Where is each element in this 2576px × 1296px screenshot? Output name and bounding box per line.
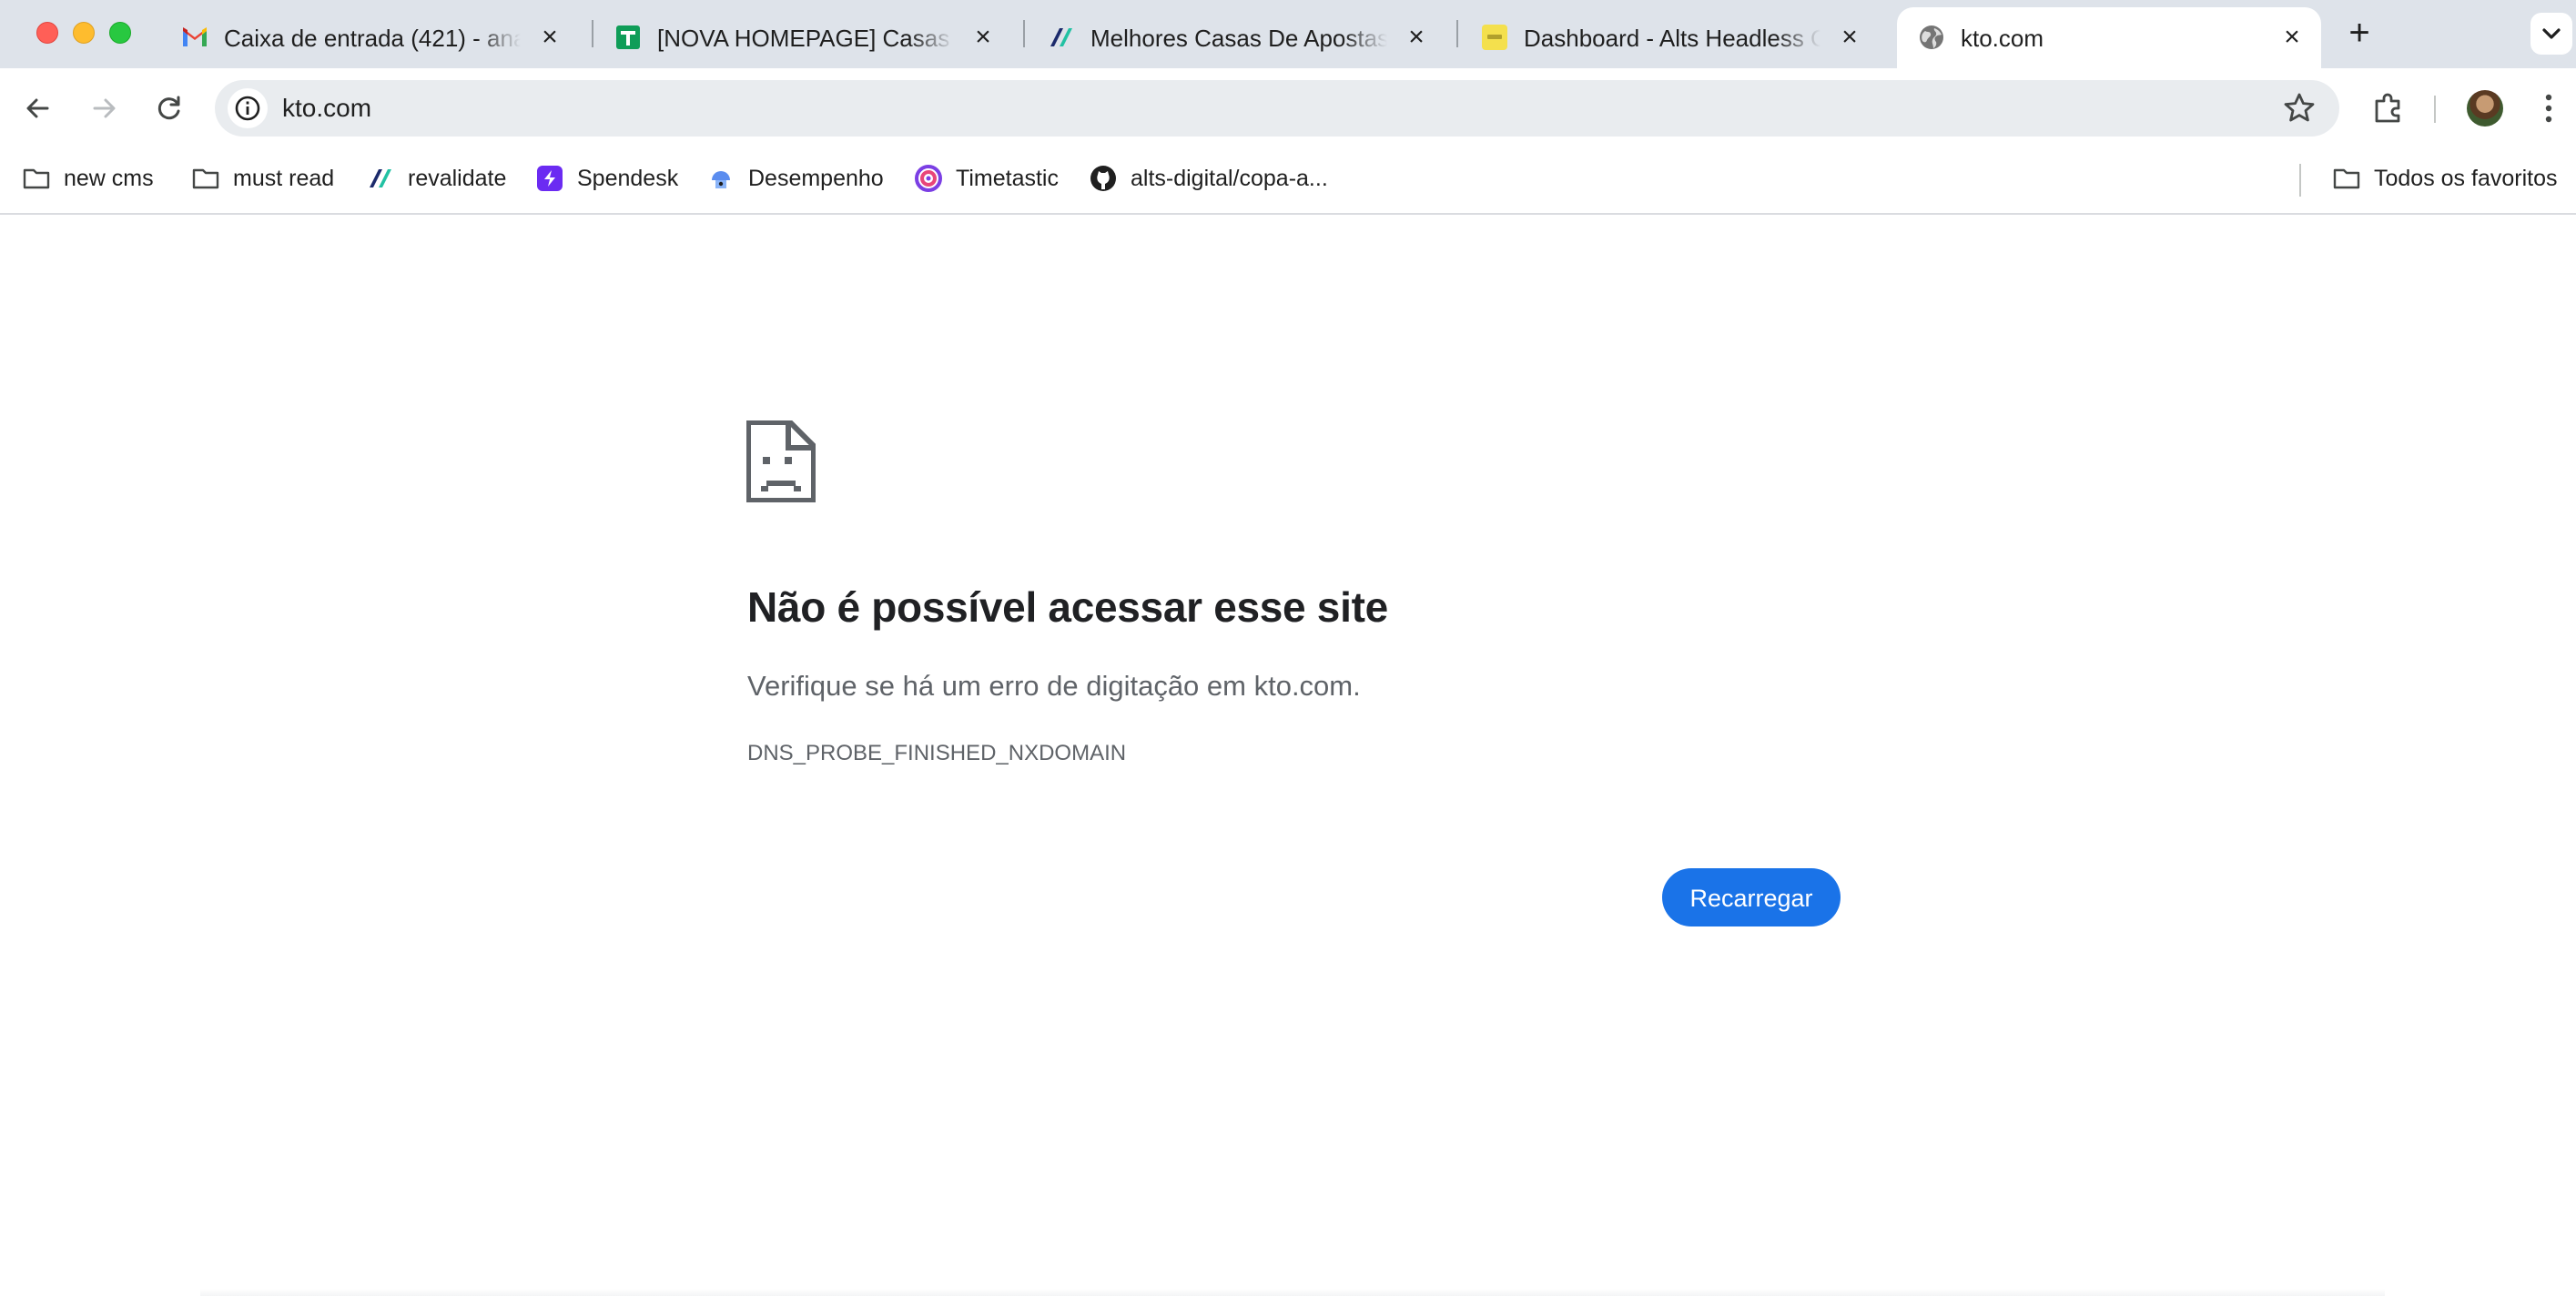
- extensions-puzzle-icon[interactable]: [2368, 88, 2409, 128]
- tab-title: Caixa de entrada (421) - ana.l: [224, 25, 521, 52]
- tab-dashboard[interactable]: Dashboard - Alts Headless CMS ×: [1460, 7, 1875, 68]
- tab-close-icon[interactable]: ×: [1835, 23, 1864, 52]
- info-icon: [235, 96, 260, 121]
- bookmark-label: new cms: [64, 166, 154, 191]
- window-maximize-button[interactable]: [109, 22, 131, 44]
- error-heading: Não é possível acessar esse site: [747, 583, 1388, 631]
- bookmark-star-icon[interactable]: [2281, 90, 2317, 127]
- new-tab-plus-icon[interactable]: +: [2341, 15, 2378, 51]
- alts-digital-icon: [1482, 25, 1507, 50]
- tab-search-button[interactable]: [2530, 13, 2572, 55]
- reload-icon[interactable]: [149, 88, 189, 128]
- google-sheets-icon: [616, 25, 640, 49]
- folder-icon: [23, 168, 50, 189]
- desempenho-icon: [712, 171, 730, 188]
- browser-toolbar: kto.com: [0, 68, 2576, 147]
- bookmark-label: Desempenho: [748, 166, 884, 191]
- address-bar[interactable]: kto.com: [215, 80, 2339, 137]
- bookmark-label: alts-digital/copa-a...: [1131, 166, 1328, 191]
- tab-close-icon[interactable]: ×: [1402, 23, 1431, 52]
- folder-icon: [192, 168, 219, 189]
- timetastic-icon: [915, 165, 942, 192]
- forward-arrow-icon[interactable]: [84, 88, 124, 128]
- more-menu-icon[interactable]: [2530, 88, 2567, 128]
- bookmarks-bar: new cms must read revalidate Spendesk De…: [0, 147, 2576, 215]
- bookmark-label: Spendesk: [577, 166, 679, 191]
- tab-kto-active[interactable]: kto.com ×: [1897, 7, 2321, 68]
- bookmark-label: revalidate: [408, 166, 507, 191]
- tab-separator: [1023, 20, 1025, 47]
- tab-gmail[interactable]: Caixa de entrada (421) - ana.l ×: [160, 7, 575, 68]
- window-close-button[interactable]: [36, 22, 58, 44]
- bookmark-label: must read: [233, 166, 335, 191]
- gmail-icon: [183, 27, 207, 46]
- tab-close-icon[interactable]: ×: [969, 23, 998, 52]
- alts-n-icon: [1050, 28, 1072, 46]
- globe-icon: [1920, 25, 1943, 49]
- chevron-down-icon: [2542, 28, 2561, 39]
- tab-title: Melhores Casas De Apostas Esportivas: [1090, 25, 1387, 52]
- bottom-shade: [200, 1289, 2385, 1296]
- tab-sheets[interactable]: [NOVA HOMEPAGE] Casas de Aposta ×: [593, 7, 1009, 68]
- tab-title: kto.com: [1961, 25, 2044, 52]
- tab-strip: Caixa de entrada (421) - ana.l × [NOVA H…: [0, 0, 2576, 68]
- site-info-button[interactable]: [228, 88, 268, 128]
- bookmarks-divider: [2299, 164, 2301, 197]
- bookmark-label: Timetastic: [956, 166, 1059, 191]
- reload-button[interactable]: Recarregar: [1662, 868, 1841, 926]
- page-content: Não é possível acessar esse site Verifiq…: [0, 215, 2576, 1296]
- spendesk-icon: [537, 166, 563, 191]
- tab-separator: [1456, 20, 1458, 47]
- sad-page-icon: [746, 420, 816, 502]
- folder-icon: [2333, 168, 2360, 189]
- tab-title: Dashboard - Alts Headless CMS: [1524, 25, 1820, 52]
- tab-title: [NOVA HOMEPAGE] Casas de Aposta: [657, 25, 954, 52]
- tab-melhores-casas[interactable]: Melhores Casas De Apostas Esportivas ×: [1027, 7, 1442, 68]
- window-minimize-button[interactable]: [73, 22, 95, 44]
- tab-close-icon[interactable]: ×: [2277, 23, 2307, 52]
- bookmark-label: Todos os favoritos: [2374, 166, 2558, 191]
- error-description: Verifique se há um erro de digitação em …: [747, 670, 1361, 702]
- url-text[interactable]: kto.com: [282, 80, 371, 137]
- toolbar-divider: [2434, 96, 2436, 123]
- tab-close-icon[interactable]: ×: [535, 23, 564, 52]
- error-code: DNS_PROBE_FINISHED_NXDOMAIN: [747, 741, 1127, 765]
- alts-n-icon: [370, 169, 391, 187]
- github-icon: [1090, 166, 1116, 191]
- profile-avatar[interactable]: [2467, 90, 2503, 127]
- back-arrow-icon[interactable]: [18, 88, 58, 128]
